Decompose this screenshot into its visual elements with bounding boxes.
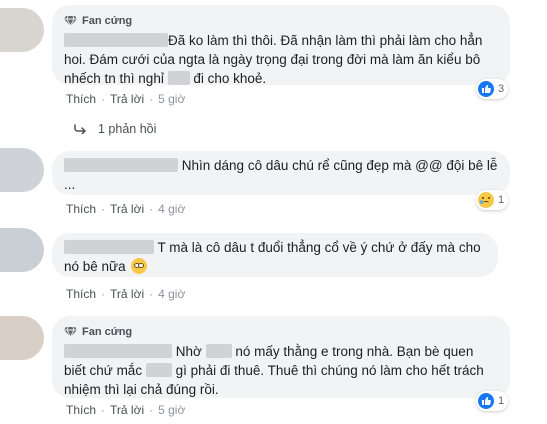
separator: · <box>149 202 154 216</box>
reaction-summary[interactable]: 3 <box>476 79 509 99</box>
comment-text: Nhìn dáng cô dâu chú rể cũng đẹp mà @@ đ… <box>64 158 498 192</box>
timestamp[interactable]: 5 giờ <box>158 92 185 106</box>
like-button[interactable]: Thích <box>66 287 96 301</box>
reaction-count: 1 <box>498 194 505 206</box>
redacted-word <box>145 363 172 377</box>
like-button[interactable]: Thích <box>66 403 96 417</box>
comment-actions: Thích · Trả lời · 4 giờ <box>66 287 185 301</box>
separator: · <box>101 287 106 301</box>
avatar[interactable] <box>0 228 44 272</box>
timestamp[interactable]: 4 giờ <box>158 202 185 216</box>
separator: · <box>101 92 106 106</box>
view-replies-link[interactable]: 1 phản hồi <box>74 122 156 136</box>
separator: · <box>101 202 106 216</box>
reply-button[interactable]: Trả lời <box>110 287 144 301</box>
badge-label: Fan cứng <box>82 15 133 27</box>
comment-actions: Thích · Trả lời · 5 giờ <box>66 403 185 417</box>
commenter-name-redacted[interactable] <box>64 33 168 47</box>
badge-label: Fan cứng <box>82 326 133 338</box>
separator: · <box>101 403 106 417</box>
comment-text: Nhờ nó mấy thằng e trong nhà. Bạn bè que… <box>64 344 484 397</box>
reply-arrow-icon <box>74 124 86 134</box>
replies-label[interactable]: 1 phản hồi <box>98 122 156 136</box>
comment-bubble: T mà là cô dâu t đuổi thẳng cổ về ý chứ … <box>52 233 498 277</box>
comment-actions: Thích · Trả lời · 5 giờ <box>66 92 185 106</box>
fan-badge: Fan cứng <box>64 13 498 29</box>
diamond-icon <box>64 15 77 27</box>
avatar[interactable] <box>0 316 44 360</box>
reaction-summary[interactable]: 1 <box>476 190 509 210</box>
commenter-name-redacted[interactable] <box>64 344 172 358</box>
rolling-eyes-emoji <box>131 258 148 274</box>
reaction-count: 1 <box>498 395 505 407</box>
comment-text: Đã ko làm thì thôi. Đã nhận làm thì phải… <box>64 33 483 86</box>
reply-button[interactable]: Trả lời <box>110 403 144 417</box>
separator: · <box>149 92 154 106</box>
comment-bubble: Nhìn dáng cô dâu chú rể cũng đẹp mà @@ đ… <box>52 151 510 195</box>
like-button[interactable]: Thích <box>66 202 96 216</box>
commenter-name-redacted[interactable] <box>64 158 178 172</box>
like-icon <box>478 81 494 97</box>
comment-actions: Thích · Trả lời · 4 giờ <box>66 202 185 216</box>
avatar[interactable] <box>0 148 44 192</box>
comment-bubble: Fan cứng Đã ko làm thì thôi. Đã nhận làm… <box>52 5 510 86</box>
reply-button[interactable]: Trả lời <box>110 92 144 106</box>
comment-text: T mà là cô dâu t đuổi thẳng cổ về ý chứ … <box>64 240 481 274</box>
reply-button[interactable]: Trả lời <box>110 202 144 216</box>
sad-icon <box>478 192 494 208</box>
timestamp[interactable]: 5 giờ <box>158 403 185 417</box>
redacted-word <box>205 344 232 358</box>
redacted-word <box>167 71 190 85</box>
comment-bubble: Fan cứng Nhờ nó mấy thằng e trong nhà. B… <box>52 316 510 398</box>
like-button[interactable]: Thích <box>66 92 96 106</box>
reaction-summary[interactable]: 1 <box>476 391 509 411</box>
separator: · <box>149 287 154 301</box>
commenter-name-redacted[interactable] <box>64 240 154 254</box>
like-icon <box>478 393 494 409</box>
separator: · <box>149 403 154 417</box>
timestamp[interactable]: 4 giờ <box>158 287 185 301</box>
reaction-count: 3 <box>498 83 505 95</box>
fan-badge: Fan cứng <box>64 324 498 340</box>
diamond-icon <box>64 326 77 338</box>
avatar[interactable] <box>0 8 44 52</box>
